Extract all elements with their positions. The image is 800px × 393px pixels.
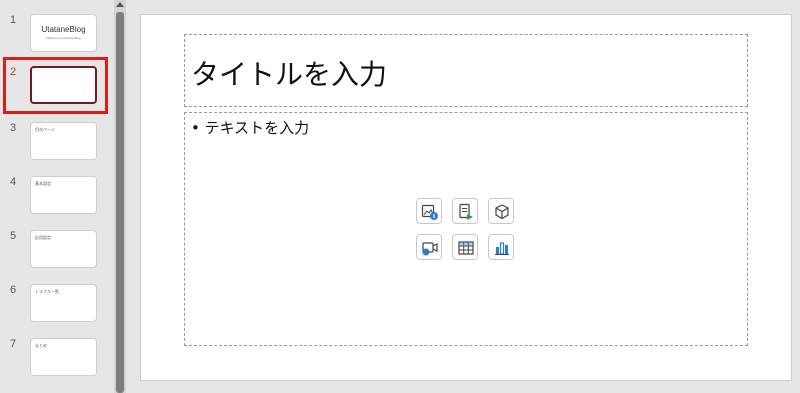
thumbnail-preview[interactable]: まとめ: [30, 338, 97, 376]
thumbnail-preview[interactable]: 目次ページ: [30, 122, 97, 160]
slide-thumbnail-7[interactable]: 7 まとめ: [0, 338, 114, 390]
thumbnail-preview[interactable]: 応用設定: [30, 230, 97, 268]
scroll-up-icon[interactable]: [114, 0, 126, 10]
title-placeholder-text: タイトルを入力: [191, 58, 388, 91]
thumbnail-scrollbar[interactable]: [114, 0, 126, 393]
slide-thumbnail-3[interactable]: 3 目次ページ: [0, 122, 114, 174]
slide-number: 6: [10, 284, 17, 296]
insert-icon-icon[interactable]: [452, 198, 478, 224]
thumbnail-subtitle: Welcome to Utatane Blog: [46, 36, 81, 40]
thumbnail-preview[interactable]: 基本設定: [30, 176, 97, 214]
slide-thumbnail-5[interactable]: 5 応用設定: [0, 230, 114, 282]
insert-chart-icon[interactable]: [488, 234, 514, 260]
slide-number: 3: [10, 122, 17, 134]
content-placeholder-text: • テキストを入力: [191, 119, 310, 137]
thumbnail-title: 目次ページ: [35, 127, 55, 132]
slide-canvas[interactable]: タイトルを入力 • テキストを入力: [140, 14, 792, 381]
thumbnail-title: 基本設定: [35, 181, 51, 186]
slide-number: 1: [10, 14, 17, 26]
insert-3d-model-icon[interactable]: [488, 198, 514, 224]
slide-thumbnail-4[interactable]: 4 基本設定: [0, 176, 114, 228]
slide-number: 7: [10, 338, 17, 350]
thumbnail-title: UtataneBlog: [41, 25, 86, 34]
thumbnail-preview[interactable]: UtataneBlog Welcome to Utatane Blog: [30, 14, 97, 52]
slide-number: 4: [10, 176, 17, 188]
slide-number: 5: [10, 230, 17, 242]
thumbnail-title: 応用設定: [35, 235, 51, 240]
thumbnail-preview[interactable]: トラブル一覧: [30, 284, 97, 322]
insert-picture-icon[interactable]: [416, 198, 442, 224]
selection-highlight: [3, 57, 108, 114]
insert-table-icon[interactable]: [452, 234, 478, 260]
thumbnail-title: トラブル一覧: [35, 289, 59, 294]
title-placeholder[interactable]: タイトルを入力: [184, 34, 748, 107]
slide-thumbnail-6[interactable]: 6 トラブル一覧: [0, 284, 114, 336]
content-insert-icons: [416, 198, 516, 262]
insert-video-icon[interactable]: [416, 234, 442, 260]
thumbnail-title: まとめ: [35, 343, 47, 348]
slide-thumbnail-pane: 1 UtataneBlog Welcome to Utatane Blog 2 …: [0, 0, 114, 393]
scrollbar-thumb[interactable]: [116, 12, 124, 393]
content-placeholder[interactable]: • テキストを入力: [184, 112, 748, 346]
